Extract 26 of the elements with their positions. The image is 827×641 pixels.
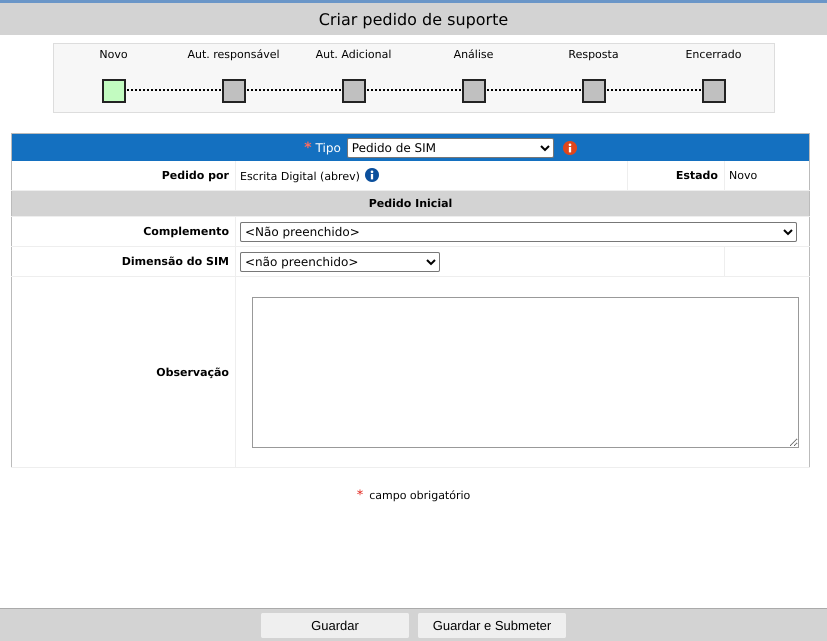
required-mark: * <box>356 488 364 503</box>
section-header: Pedido Inicial <box>368 197 452 210</box>
field-value: Novo <box>729 169 758 182</box>
step-label: Novo <box>99 48 128 63</box>
field-label: Observação <box>156 366 229 378</box>
field-label: Complemento <box>143 225 229 238</box>
required-mark: * <box>304 140 312 156</box>
button[interactable]: Guardar <box>261 612 409 638</box>
field-label: Estado <box>676 169 718 182</box>
page-title: Criar pedido de suporte <box>318 10 508 28</box>
field-value: Escrita Digital (abrev) <box>240 170 360 183</box>
field-label: Dimensão do SIM <box>122 255 229 268</box>
field-label: Pedido por <box>162 169 229 182</box>
step-label: Resposta <box>568 48 619 63</box>
step-label: Análise <box>454 48 494 63</box>
dropdown[interactable]: Pedido de SIM <box>346 138 554 158</box>
step-label: Encerrado <box>685 48 742 63</box>
dropdown[interactable]: <não preenchido> <box>240 252 440 272</box>
step-label: Aut. Adicional <box>316 48 392 63</box>
required-note: campo obrigatório <box>369 489 470 502</box>
step-label: Aut. responsável <box>187 48 280 63</box>
info-icon[interactable] <box>364 168 379 182</box>
button[interactable]: Guardar e Submeter <box>418 612 566 638</box>
info-icon[interactable] <box>562 140 577 154</box>
field-label: Tipo <box>316 140 341 154</box>
dropdown[interactable]: <Não preenchido> <box>240 222 797 242</box>
